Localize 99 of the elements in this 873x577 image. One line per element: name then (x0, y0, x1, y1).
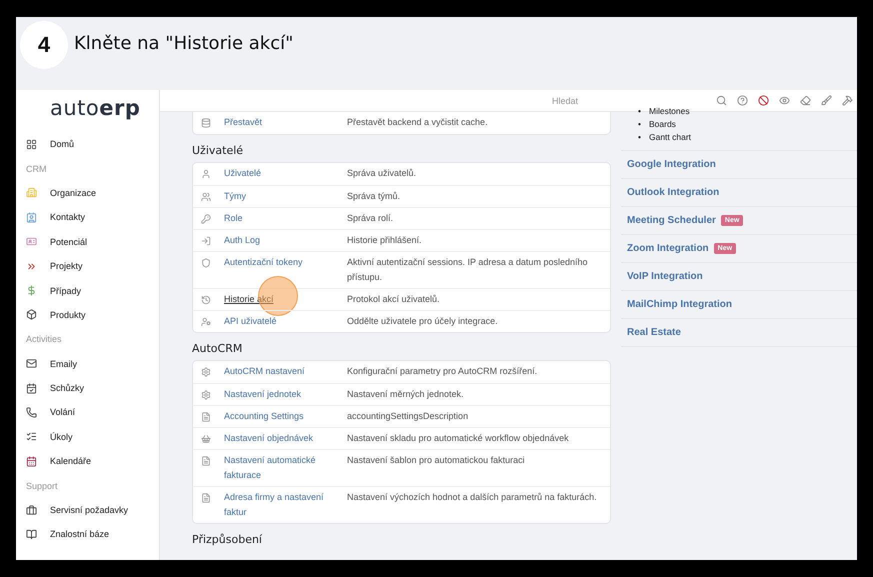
settings-link[interactable]: Nastavení jednotek (224, 387, 302, 402)
user-icon (201, 168, 211, 178)
setting-description: accountingSettingsDescription (347, 410, 470, 423)
settings-link[interactable]: Autentizační tokeny (224, 255, 303, 270)
sidebar-item[interactable]: Organizace (50, 188, 96, 198)
sidebar-item[interactable]: Schůzky (50, 383, 84, 394)
brush-icon[interactable] (821, 95, 832, 106)
section-heading: Přizpůsobení (192, 532, 263, 548)
box-icon (26, 309, 37, 320)
users-icon (201, 192, 211, 202)
setting-description: Protokol akcí uživatelů. (347, 293, 441, 306)
setting-description: Nastavení výchozích hodnot a dalších parametrů na fakturách. (347, 491, 598, 504)
settings-link[interactable]: Historie akcí (224, 292, 274, 307)
building-icon (26, 187, 37, 198)
key-icon (201, 214, 211, 224)
click-marker (258, 276, 298, 316)
id-card-icon (26, 236, 37, 248)
settings-link[interactable]: Role (224, 211, 243, 226)
sidebar-section-label: Activities (26, 334, 62, 344)
settings-link[interactable]: Uživatelé (224, 166, 262, 181)
settings-link[interactable]: Adresa firmy a nastavení faktur (224, 490, 347, 520)
hammer-icon[interactable] (842, 95, 853, 106)
basket-icon (201, 434, 211, 444)
sidebar-item[interactable]: Potenciál (50, 236, 88, 247)
step-badge: 4 (20, 20, 68, 68)
setting-description: Správa uživatelů. (347, 167, 418, 180)
checklist-icon (26, 431, 37, 442)
setting-description: Správa týmů. (347, 190, 402, 203)
gear-icon (201, 366, 211, 376)
sidebar-item[interactable]: Znalostní báze (50, 529, 110, 540)
instruction-title: Klněte na "Historie akcí" (74, 33, 294, 54)
sidebar-item[interactable]: Projekty (50, 261, 83, 272)
phone-icon (26, 406, 37, 418)
setting-description: Aktivní autentizační sessions. IP adresa a datum posledního přístupu. (347, 256, 588, 284)
shield-icon (201, 258, 211, 268)
settings-link[interactable]: API uživatelé (224, 314, 277, 329)
setting-description: Přestavět backend a vyčistit cache. (347, 116, 489, 129)
block-icon[interactable] (758, 95, 769, 106)
gear-icon (201, 390, 211, 400)
integration-link[interactable]: Outlook Integration (627, 187, 720, 198)
sidebar-section-label: CRM (26, 164, 46, 174)
section-heading: Uživatelé (192, 143, 244, 159)
document-icon (201, 456, 211, 466)
grid-icon (26, 138, 37, 150)
book-icon (26, 528, 37, 540)
setting-description: Konfigurační parametry pro AutoCRM rozšíření. (347, 365, 538, 378)
document-icon (201, 412, 211, 422)
calendar-check-icon (26, 382, 37, 394)
login-icon (201, 236, 211, 246)
bullet: • (638, 118, 641, 131)
setting-description: Nastavení měrných jednotek. (347, 388, 465, 401)
eye-icon[interactable] (779, 95, 790, 106)
double-chevron-icon (26, 260, 37, 272)
settings-link[interactable]: Nastavení objednávek (224, 431, 314, 446)
document-icon (201, 492, 211, 502)
mail-icon (26, 358, 37, 370)
feature-list-item: Boards (648, 118, 676, 131)
settings-link[interactable]: Accounting Settings (224, 409, 304, 424)
settings-link[interactable]: Nastavení automatické fakturace (224, 453, 347, 483)
dollar-icon (26, 285, 37, 296)
setting-description: Nastavení skladu pro automatické workflow objednávek (347, 432, 570, 445)
search-icon[interactable] (716, 95, 727, 106)
integration-link[interactable]: Real Estate (627, 327, 681, 338)
sidebar-item[interactable]: Kontakty (50, 212, 86, 222)
bullet: • (638, 131, 641, 144)
logo: autoerp (50, 96, 142, 120)
section-heading: AutoCRM (192, 341, 244, 357)
sidebar-item[interactable]: Emaily (50, 358, 78, 369)
sidebar-section-label: Support (26, 480, 58, 491)
setting-description: Oddělte uživatele pro účely integrace. (347, 315, 499, 328)
integration-link[interactable]: VoIP Integration (627, 271, 703, 282)
contact-card-icon (26, 212, 37, 223)
setting-description: Správa rolí. (347, 212, 394, 225)
integration-link[interactable]: MailChimp Integration (627, 299, 732, 310)
help-icon[interactable] (737, 95, 748, 106)
integration-link[interactable]: Zoom Integration (627, 243, 709, 254)
eraser-icon[interactable] (800, 95, 811, 106)
user-gear-icon (201, 316, 211, 326)
history-icon (201, 294, 211, 304)
settings-link[interactable]: Auth Log (224, 233, 260, 248)
sidebar-item[interactable]: Domů (50, 139, 74, 150)
calendar-icon (26, 456, 37, 467)
sidebar-item[interactable]: Kalendáře (50, 456, 92, 466)
database-icon (201, 118, 211, 128)
sidebar-item[interactable]: Produkty (50, 310, 86, 320)
sidebar-item[interactable]: Úkoly (50, 432, 73, 442)
integration-link[interactable]: Google Integration (627, 159, 716, 170)
setting-description: Historie přihlášení. (347, 234, 423, 247)
bullet: • (638, 105, 641, 118)
feature-list-item: Gantt chart (648, 131, 692, 144)
sidebar-item[interactable]: Případy (50, 286, 82, 296)
sidebar-item[interactable]: Volání (50, 407, 76, 418)
setting-description: Nastavení šablon pro automatickou fakturaci (347, 454, 526, 467)
sidebar-item[interactable]: Servisní požadavky (50, 505, 128, 516)
integration-link[interactable]: Meeting Scheduler (627, 215, 716, 226)
settings-link[interactable]: AutoCRM nastavení (224, 364, 305, 379)
settings-link[interactable]: Týmy (224, 189, 246, 204)
briefcase-icon (26, 504, 37, 516)
settings-link[interactable]: Přestavět (224, 115, 262, 130)
